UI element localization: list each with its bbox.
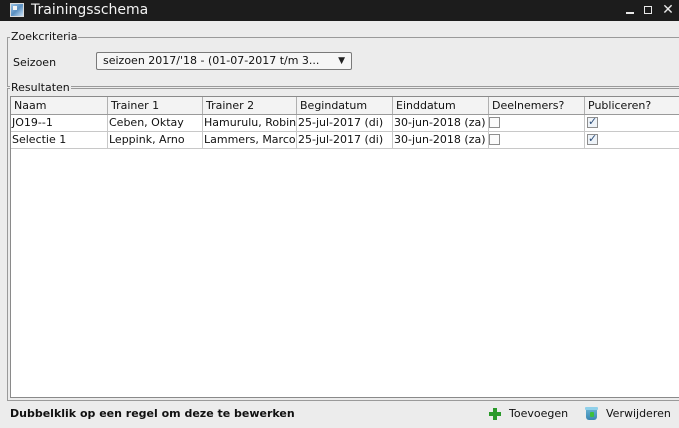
column-header-deelnemers[interactable]: Deelnemers? — [489, 97, 585, 114]
season-label: Seizoen — [13, 56, 57, 69]
column-header-einddatum[interactable]: Einddatum — [393, 97, 489, 114]
deelnemers-checkbox[interactable] — [489, 134, 500, 145]
cell-einddatum: 30-jun-2018 (za) — [393, 132, 489, 148]
table-row[interactable]: Selectie 1 Leppink, Arno Lammers, Marco … — [11, 132, 679, 149]
cell-deelnemers — [489, 115, 585, 131]
minimize-icon[interactable] — [623, 2, 639, 18]
season-select-value: seizoen 2017/'18 - (01-07-2017 t/m 3... — [103, 54, 320, 67]
cell-trainer2: Lammers, Marco — [204, 132, 297, 148]
cell-trainer1: Leppink, Arno — [108, 132, 203, 148]
publiceren-checkbox[interactable] — [587, 115, 598, 130]
cell-trainer1: Ceben, Oktay — [108, 115, 203, 131]
column-header-naam[interactable]: Naam — [11, 97, 108, 114]
trainingsschema-window: Trainingsschema ✕ Zoekcriteria Seizoen s… — [0, 0, 679, 428]
delete-button-label: Verwijderen — [606, 407, 671, 420]
cell-einddatum: 30-jun-2018 (za) — [393, 115, 489, 131]
window-title: Trainingsschema — [31, 2, 149, 18]
edit-hint: Dubbelklik op een regel om deze te bewer… — [10, 407, 295, 420]
season-select[interactable]: seizoen 2017/'18 - (01-07-2017 t/m 3... … — [96, 52, 352, 70]
cell-publiceren — [585, 132, 679, 148]
maximize-icon[interactable] — [641, 2, 657, 18]
cell-naam: JO19--1 — [11, 115, 108, 131]
cell-naam: Selectie 1 — [11, 132, 108, 148]
title-bar[interactable]: Trainingsschema ✕ — [0, 0, 679, 21]
cell-trainer2: Hamurulu, Robin — [204, 115, 297, 131]
cell-publiceren — [585, 115, 679, 131]
cell-deelnemers — [489, 132, 585, 148]
column-header-trainer2[interactable]: Trainer 2 — [203, 97, 297, 114]
close-icon[interactable]: ✕ — [660, 2, 676, 18]
plus-icon — [489, 408, 501, 420]
app-icon — [10, 3, 24, 17]
cell-begindatum: 25-jul-2017 (di) — [297, 132, 393, 148]
results-table[interactable]: Naam Trainer 1 Trainer 2 Begindatum Eind… — [10, 96, 679, 398]
results-label: Resultaten — [10, 81, 71, 95]
table-header: Naam Trainer 1 Trainer 2 Begindatum Eind… — [11, 97, 679, 115]
column-header-trainer1[interactable]: Trainer 1 — [108, 97, 203, 114]
table-row[interactable]: JO19--1 Ceben, Oktay Hamurulu, Robin 25-… — [11, 115, 679, 132]
column-header-begindatum[interactable]: Begindatum — [297, 97, 393, 114]
search-criteria-label: Zoekcriteria — [10, 30, 79, 44]
column-header-publiceren[interactable]: Publiceren? — [585, 97, 679, 114]
chevron-down-icon: ▼ — [338, 56, 345, 66]
deelnemers-checkbox[interactable] — [489, 117, 500, 128]
cell-begindatum: 25-jul-2017 (di) — [297, 115, 393, 131]
add-button-label: Toevoegen — [509, 407, 569, 420]
publiceren-checkbox[interactable] — [587, 132, 598, 147]
trash-icon — [585, 407, 598, 420]
status-bar: Dubbelklik op een regel om deze te bewer… — [0, 400, 679, 428]
